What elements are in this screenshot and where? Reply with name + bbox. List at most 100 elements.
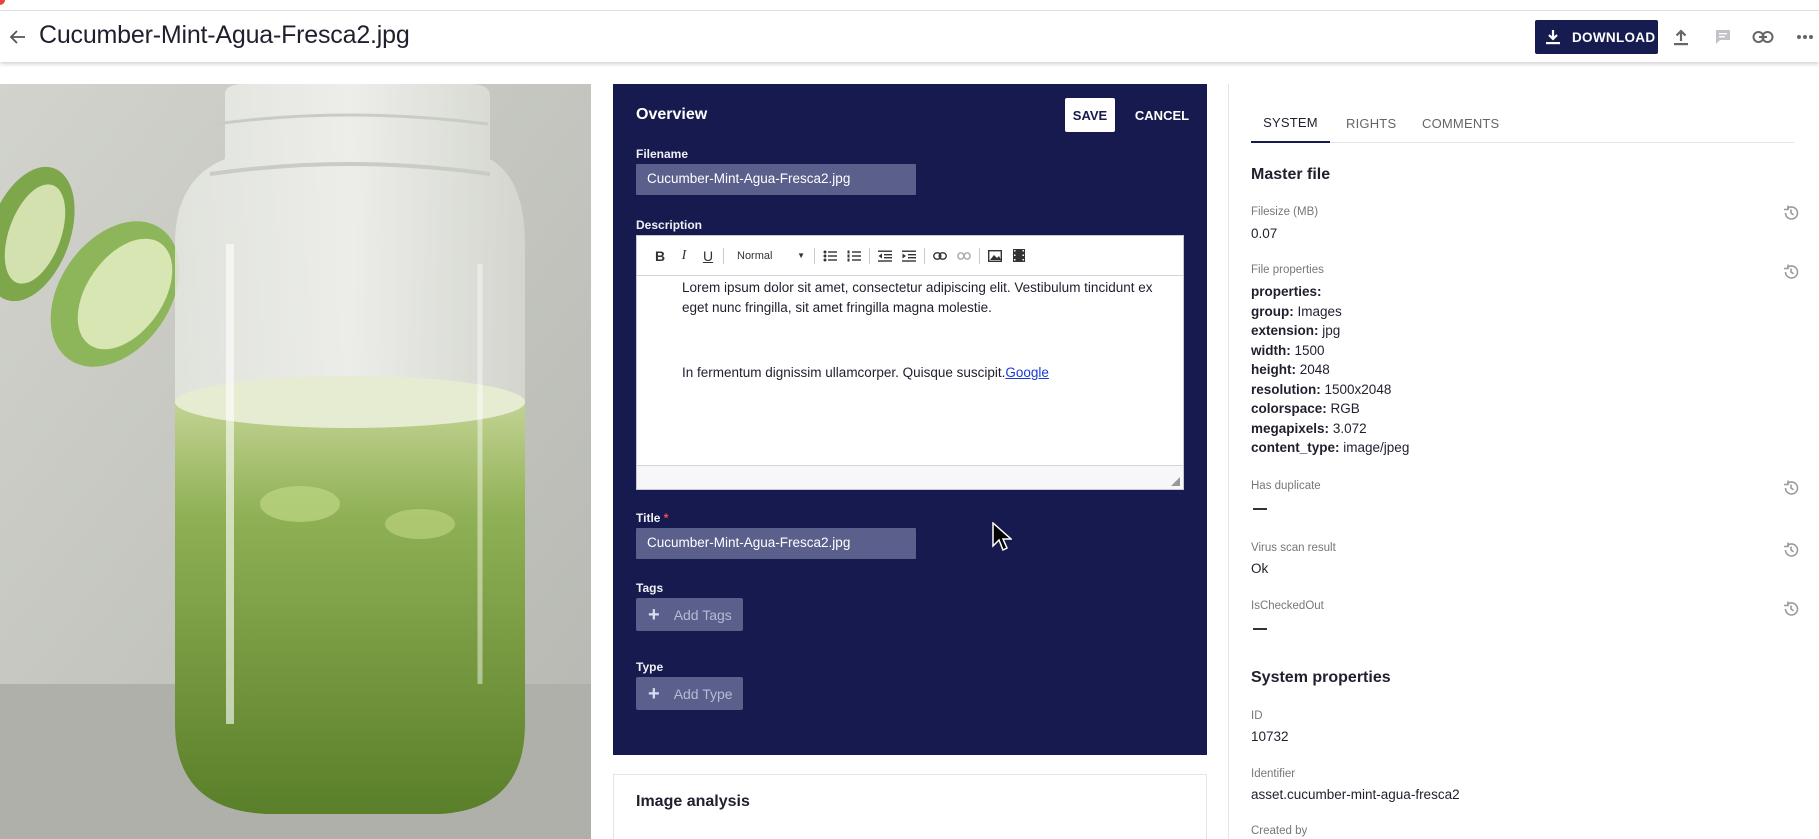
asset-header: Cucumber-Mint-Agua-Fresca2.jpg DOWNLOAD: [0, 11, 1819, 62]
cancel-button[interactable]: CANCEL: [1129, 98, 1195, 132]
format-select-value: Normal: [737, 249, 773, 262]
underline-icon[interactable]: U: [696, 244, 720, 268]
property-value: 3.072: [1332, 420, 1367, 436]
history-icon[interactable]: [1780, 477, 1802, 499]
bullet-list-icon[interactable]: [818, 244, 842, 268]
toolbar-divider: [869, 247, 870, 264]
history-icon[interactable]: [1780, 202, 1802, 224]
plus-icon: +: [648, 603, 660, 626]
overview-title: Overview: [636, 106, 708, 123]
link-icon[interactable]: [928, 244, 952, 268]
italic-icon[interactable]: I: [672, 244, 696, 268]
type-label: Type: [636, 660, 664, 674]
identifier-value: asset.cucumber-mint-agua-fresca2: [1251, 787, 1460, 802]
property-key: megapixels:: [1251, 420, 1330, 436]
title-label-text: Title: [636, 511, 661, 525]
plus-icon: +: [648, 682, 660, 705]
more-icon[interactable]: [1792, 24, 1818, 50]
property-value: 2048: [1299, 362, 1330, 377]
system-properties-title: System properties: [1251, 669, 1391, 686]
tab-rights[interactable]: RIGHTS: [1346, 104, 1396, 143]
toolbar-divider: [924, 247, 925, 264]
identifier-label: Identifier: [1251, 768, 1296, 780]
id-value: 10732: [1251, 729, 1289, 744]
arrow-back-icon[interactable]: [6, 25, 30, 49]
file-properties-list: properties: group: Images extension: jpg…: [1251, 282, 1409, 458]
tab-comments[interactable]: COMMENTS: [1422, 104, 1499, 143]
empty-value-dash: [1253, 628, 1267, 630]
indent-icon[interactable]: [897, 244, 921, 268]
checked-out-label: IsCheckedOut: [1251, 600, 1324, 612]
file-property-row: width: 1500: [1251, 341, 1409, 361]
file-property-row: group: Images: [1251, 302, 1409, 322]
save-button[interactable]: SAVE: [1065, 98, 1115, 132]
window-close-dot[interactable]: [0, 0, 5, 5]
property-value: jpg: [1322, 323, 1341, 338]
sidebar-tabs: SYSTEM RIGHTS COMMENTS: [1251, 104, 1794, 143]
property-key: height:: [1251, 362, 1296, 377]
file-property-row: resolution: 1500x2048: [1251, 380, 1409, 400]
file-property-row: colorspace: RGB: [1251, 399, 1409, 419]
virus-scan-label: Virus scan result: [1251, 542, 1336, 554]
editor-toolbar: B I U Normal ▼: [637, 236, 1183, 276]
empty-value-dash: [1253, 508, 1267, 510]
property-key: properties:: [1251, 284, 1322, 299]
master-file-title: Master file: [1251, 166, 1331, 183]
property-key: extension:: [1251, 323, 1319, 338]
property-key: resolution:: [1251, 381, 1321, 397]
google-link[interactable]: Google: [1005, 365, 1049, 380]
history-icon[interactable]: [1780, 539, 1802, 561]
numbered-list-icon[interactable]: [842, 244, 866, 268]
video-icon[interactable]: [1007, 244, 1031, 268]
image-icon[interactable]: [983, 244, 1007, 268]
properties-sidebar: SYSTEM RIGHTS COMMENTS Master file Files…: [1229, 84, 1819, 839]
file-properties-label: File properties: [1251, 264, 1324, 276]
download-button[interactable]: DOWNLOAD: [1535, 20, 1658, 54]
image-analysis-title: Image analysis: [636, 793, 750, 810]
format-select[interactable]: Normal ▼: [727, 244, 811, 268]
toolbar-divider: [723, 247, 724, 264]
history-icon[interactable]: [1780, 261, 1802, 283]
editor-paragraph-text: In fermentum dignissim ullamcorper. Quis…: [682, 365, 1006, 380]
editor-statusbar: [637, 465, 1183, 489]
unlink-icon[interactable]: [952, 244, 976, 268]
virus-scan-value: Ok: [1251, 561, 1269, 576]
id-label: ID: [1251, 710, 1263, 722]
tags-label: Tags: [636, 581, 664, 595]
description-label: Description: [636, 218, 703, 232]
toolbar-divider: [979, 247, 980, 264]
image-analysis-panel: Image analysis: [613, 774, 1207, 839]
tab-system[interactable]: SYSTEM: [1251, 104, 1330, 143]
top-strip: [0, 0, 1819, 11]
toolbar-divider: [814, 247, 815, 264]
page-title: Cucumber-Mint-Agua-Fresca2.jpg: [39, 21, 410, 49]
created-by-label: Created by: [1251, 825, 1308, 837]
history-icon[interactable]: [1780, 598, 1802, 620]
property-value: RGB: [1330, 401, 1360, 416]
add-type-label: Add Type: [673, 685, 733, 702]
editor-paragraph: Lorem ipsum dolor sit amet, consectetur …: [682, 280, 1153, 315]
file-property-row: megapixels: 3.072: [1251, 419, 1409, 439]
outdent-icon[interactable]: [873, 244, 897, 268]
filename-field[interactable]: Cucumber-Mint-Agua-Fresca2.jpg: [636, 164, 916, 195]
property-key: colorspace:: [1251, 401, 1327, 416]
link-icon[interactable]: [1750, 24, 1776, 50]
file-property-row: properties:: [1251, 282, 1409, 302]
file-property-row: content_type: image/jpeg: [1251, 438, 1409, 458]
upload-icon[interactable]: [1668, 24, 1694, 50]
property-value: image/jpeg: [1343, 440, 1410, 455]
file-property-row: extension: jpg: [1251, 321, 1409, 341]
add-type-button[interactable]: + Add Type: [636, 677, 743, 710]
property-key: width:: [1251, 342, 1291, 358]
title-field[interactable]: Cucumber-Mint-Agua-Fresca2.jpg: [636, 528, 916, 559]
filename-label: Filename: [636, 147, 689, 161]
bold-icon[interactable]: B: [648, 244, 672, 268]
file-property-row: height: 2048: [1251, 360, 1409, 380]
editor-content[interactable]: Lorem ipsum dolor sit amet, consectetur …: [682, 278, 1178, 383]
add-tags-button[interactable]: + Add Tags: [636, 598, 743, 631]
description-editor: B I U Normal ▼ Lorem ipsum dolor sit ame…: [636, 235, 1184, 490]
property-value: 1500: [1294, 342, 1325, 358]
resize-handle[interactable]: [1171, 477, 1180, 486]
comment-icon[interactable]: [1710, 24, 1736, 50]
property-value: Images: [1297, 303, 1342, 319]
